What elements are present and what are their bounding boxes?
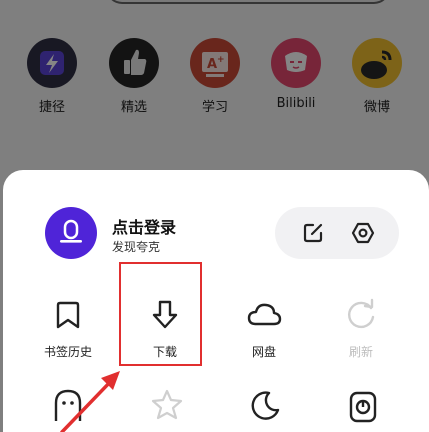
menu-item-refresh[interactable]: 刷新 bbox=[321, 295, 401, 360]
menu-item-favorite[interactable] bbox=[127, 385, 207, 425]
moon-icon bbox=[245, 385, 285, 425]
menu-item-label: 网盘 bbox=[251, 345, 276, 359]
ghost-icon bbox=[48, 385, 88, 425]
menu-item-label: 刷新 bbox=[348, 345, 373, 359]
login-prompt[interactable]: 点击登录 bbox=[112, 214, 176, 238]
avatar[interactable] bbox=[45, 207, 97, 259]
menu-item-incognito[interactable] bbox=[28, 385, 108, 425]
menu-item-night-mode[interactable] bbox=[225, 385, 305, 425]
share-edit-icon bbox=[303, 223, 323, 243]
download-highlight-box bbox=[119, 262, 202, 366]
cloud-icon bbox=[244, 295, 284, 335]
star-icon bbox=[147, 385, 187, 425]
user-avatar-icon bbox=[60, 219, 82, 243]
refresh-icon bbox=[341, 295, 381, 335]
share-edit-button[interactable] bbox=[299, 219, 327, 247]
menu-item-cloud-drive[interactable]: 网盘 bbox=[224, 295, 304, 360]
user-subtitle: 发现夸克 bbox=[112, 240, 161, 254]
capture-icon bbox=[343, 385, 383, 425]
menu-bottom-sheet: 点击登录 发现夸克 书签历史 下载 网盘 刷新 bbox=[3, 170, 429, 432]
menu-item-label: 书签历史 bbox=[43, 345, 92, 359]
menu-item-capture[interactable] bbox=[323, 385, 403, 425]
bookmark-icon bbox=[48, 295, 88, 335]
settings-button[interactable] bbox=[349, 219, 377, 247]
settings-hexagon-icon bbox=[351, 222, 375, 244]
menu-item-bookmarks-history[interactable]: 书签历史 bbox=[28, 295, 108, 360]
quick-actions-pill bbox=[275, 207, 399, 259]
